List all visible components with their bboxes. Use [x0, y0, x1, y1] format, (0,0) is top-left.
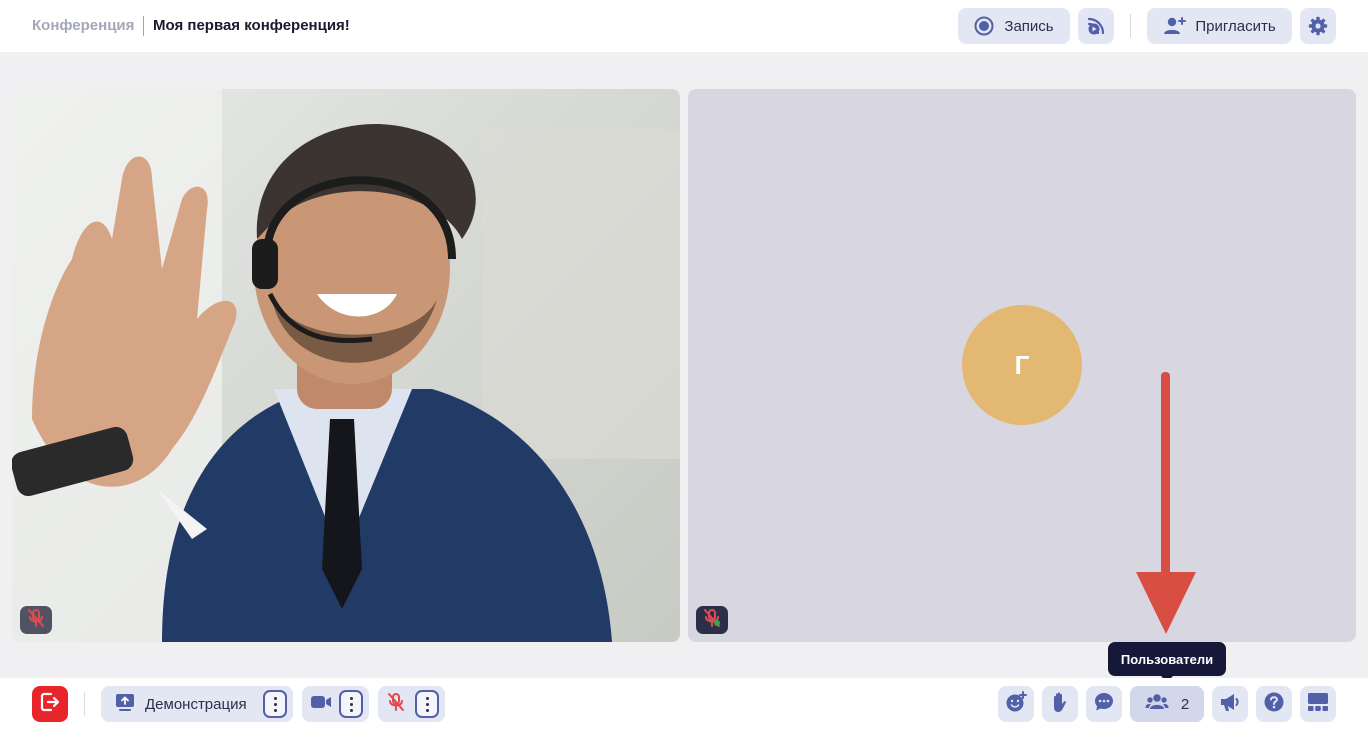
- toolbar-divider: [1130, 14, 1131, 38]
- gear-icon: [1308, 16, 1328, 36]
- mic-off-icon: [703, 608, 721, 633]
- toolbar-divider: [84, 692, 85, 716]
- breadcrumb-separator: [143, 16, 144, 36]
- top-bar: Конференция Моя первая конференция! Запи…: [0, 0, 1368, 52]
- camera-button[interactable]: [302, 686, 369, 722]
- participant-mic-status: [20, 606, 52, 634]
- reaction-button[interactable]: [998, 686, 1034, 722]
- annotation-arrow-head: [1136, 572, 1196, 634]
- screen-share-label: Демонстрация: [145, 695, 247, 713]
- users-tooltip: Пользователи: [1108, 642, 1226, 682]
- screen-share-options-button[interactable]: [263, 690, 287, 718]
- help-icon: [1263, 691, 1285, 718]
- breadcrumb-section[interactable]: Конференция: [32, 17, 134, 34]
- video-camera-icon: [310, 694, 332, 715]
- microphone-options-button[interactable]: [415, 690, 439, 718]
- participant-mic-status: [696, 606, 728, 634]
- help-button[interactable]: [1256, 686, 1292, 722]
- layout-button[interactable]: [1300, 686, 1336, 722]
- invite-label: Пригласить: [1195, 17, 1276, 35]
- raise-hand-icon: [1049, 691, 1071, 718]
- participants-button[interactable]: 2: [1130, 686, 1204, 722]
- microphone-button[interactable]: [378, 686, 445, 722]
- emoji-add-icon: [1005, 690, 1027, 718]
- stream-icon: [1085, 15, 1107, 37]
- camera-options-button[interactable]: [339, 690, 363, 718]
- record-button[interactable]: Запись: [958, 8, 1070, 44]
- record-label: Запись: [1004, 17, 1054, 35]
- mic-off-icon: [27, 608, 45, 633]
- leave-button[interactable]: [32, 686, 68, 722]
- mic-off-icon: [386, 692, 406, 717]
- users-icon: [1145, 692, 1169, 716]
- layout-icon: [1307, 692, 1329, 717]
- chat-icon: [1093, 691, 1115, 718]
- conference-title: Моя первая конференция!: [153, 17, 350, 34]
- participant-video-tile[interactable]: [12, 89, 680, 642]
- annotation-arrow-shaft: [1161, 372, 1170, 587]
- avatar: Г: [962, 305, 1082, 425]
- participant-avatar-tile[interactable]: Г: [688, 89, 1356, 642]
- chat-button[interactable]: [1086, 686, 1122, 722]
- raise-hand-button[interactable]: [1042, 686, 1078, 722]
- record-icon: [974, 16, 994, 36]
- screen-share-button[interactable]: Демонстрация: [101, 686, 293, 722]
- add-user-icon: [1163, 16, 1187, 36]
- stream-button[interactable]: [1078, 8, 1114, 44]
- exit-icon: [39, 691, 61, 718]
- invite-button[interactable]: Пригласить: [1147, 8, 1292, 44]
- screen-share-icon: [115, 692, 135, 717]
- settings-button[interactable]: [1300, 8, 1336, 44]
- announcement-button[interactable]: [1212, 686, 1248, 722]
- participants-count: 2: [1180, 695, 1190, 713]
- megaphone-icon: [1219, 691, 1241, 718]
